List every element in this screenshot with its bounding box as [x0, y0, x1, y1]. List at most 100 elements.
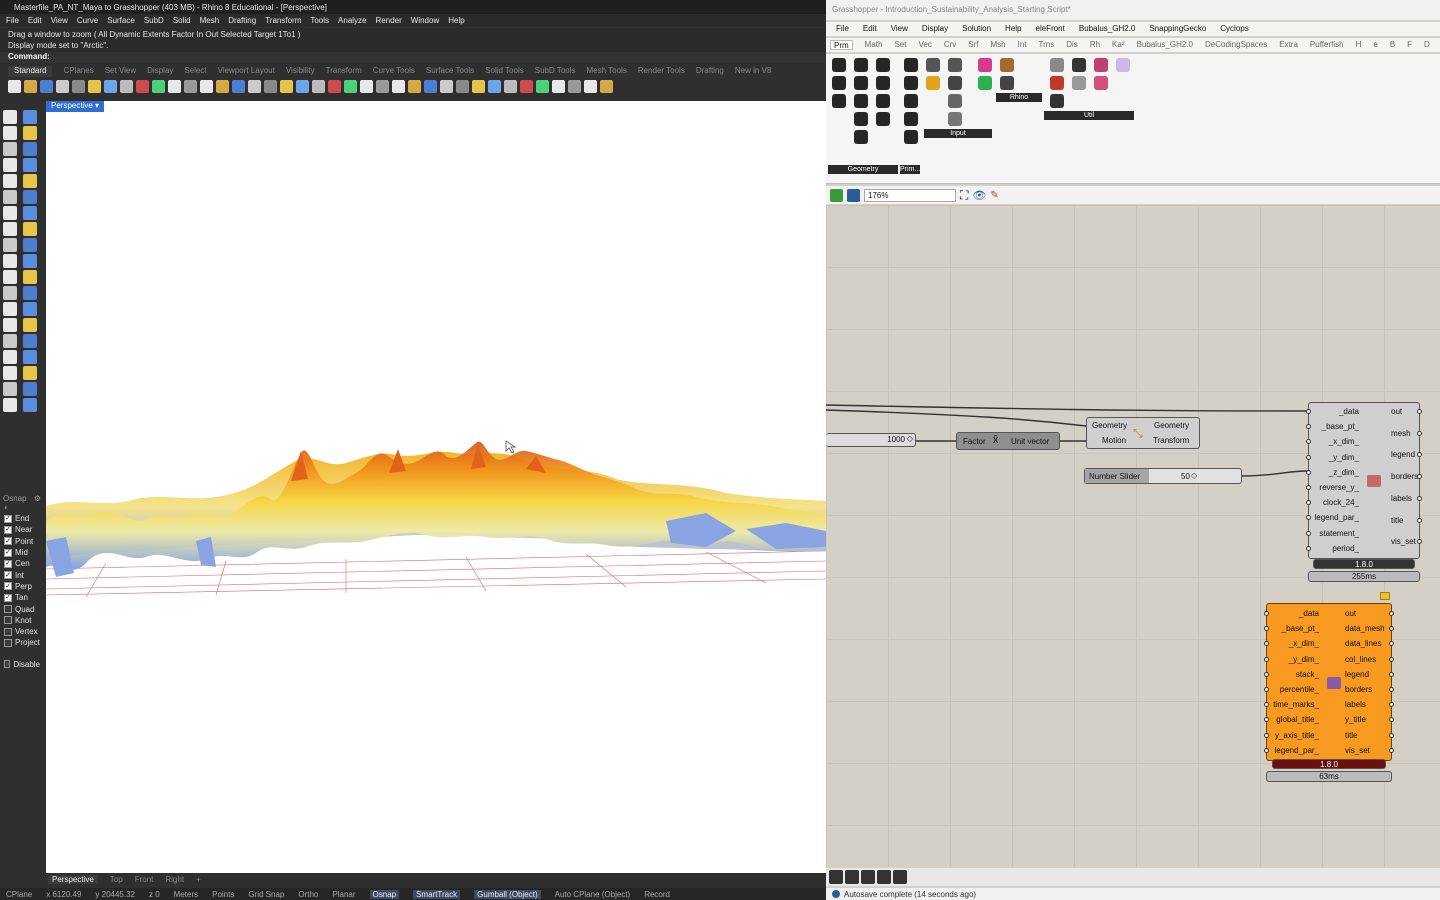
- vector-param-icon[interactable]: [876, 112, 890, 126]
- input-param[interactable]: reverse_y_: [1319, 483, 1359, 492]
- output-port[interactable]: [1389, 611, 1394, 616]
- checkbox[interactable]: ✓: [4, 525, 12, 534]
- gh-menu-item[interactable]: Solution: [962, 24, 991, 34]
- side-tool-icon[interactable]: [3, 190, 17, 204]
- toolbar-tab[interactable]: Viewport Layout: [218, 66, 275, 77]
- hose-icon[interactable]: [1050, 58, 1064, 72]
- gh-tab[interactable]: DeCodingSpaces: [1205, 40, 1267, 50]
- record-history-toggle[interactable]: Record: [644, 890, 670, 899]
- side-tool-icon[interactable]: [23, 206, 37, 220]
- toolbar-tool-icon[interactable]: [264, 79, 277, 93]
- input-param[interactable]: legend_par_: [1315, 513, 1359, 522]
- gh-tab[interactable]: Ka²: [1112, 40, 1124, 50]
- toolbar-tool-icon[interactable]: [216, 79, 229, 93]
- ladybug-stacked-chart-component[interactable]: _data _base_pt_ _x_dim_ _y_dim_ stack_ percen…: [1264, 603, 1394, 761]
- chevron-down-icon[interactable]: ▾: [95, 101, 99, 110]
- output-param[interactable]: y_title: [1345, 715, 1366, 724]
- output-port[interactable]: [1389, 687, 1394, 692]
- moon-icon[interactable]: [1116, 58, 1130, 72]
- arrow-outline-icon[interactable]: [1072, 76, 1086, 90]
- checkbox[interactable]: ✓: [4, 582, 12, 591]
- toolbar-tab[interactable]: Select: [184, 66, 206, 77]
- toolbar-tool-icon[interactable]: [200, 79, 213, 93]
- gh-tab[interactable]: Rh: [1090, 40, 1100, 50]
- side-tool-icon[interactable]: [3, 110, 17, 124]
- osnap-tan[interactable]: ✓ Tan: [0, 592, 44, 603]
- menu-item[interactable]: Render: [376, 16, 402, 25]
- circle-param-icon[interactable]: [854, 58, 868, 72]
- input-port[interactable]: [1264, 656, 1269, 662]
- side-tool-icon[interactable]: [3, 302, 17, 316]
- cplane-label[interactable]: CPlane: [6, 890, 32, 899]
- checkbox[interactable]: ✓: [4, 559, 12, 568]
- flask-icon[interactable]: [1094, 76, 1108, 90]
- toolbar-tab[interactable]: CPlanes: [63, 66, 93, 77]
- side-tool-icon[interactable]: [23, 222, 37, 236]
- gh-tab[interactable]: Extra: [1279, 40, 1298, 50]
- side-tool-icon[interactable]: [3, 158, 17, 172]
- menu-item[interactable]: Curve: [77, 16, 98, 25]
- output-param[interactable]: labels: [1391, 494, 1412, 503]
- group-param-icon[interactable]: [854, 130, 868, 144]
- brep-param-icon[interactable]: [854, 76, 868, 90]
- toolbar-tool-icon[interactable]: [568, 79, 581, 93]
- input-port[interactable]: [1264, 747, 1269, 753]
- toolbar-tool-icon[interactable]: [88, 79, 101, 93]
- text-param-icon[interactable]: [904, 112, 918, 126]
- osnap-quad[interactable]: Quad: [0, 603, 44, 614]
- side-tool-icon[interactable]: [23, 334, 37, 348]
- toolbar-tool-icon[interactable]: [552, 79, 565, 93]
- osnap-knot[interactable]: Knot: [0, 615, 44, 626]
- gh-menu-item[interactable]: Edit: [863, 24, 877, 34]
- gh-tab[interactable]: D: [1424, 40, 1430, 50]
- toolbar-tool-icon[interactable]: [504, 79, 517, 93]
- side-tool-icon[interactable]: [3, 174, 17, 188]
- gh-tab[interactable]: Int: [1018, 40, 1027, 50]
- toolbar-tool-icon[interactable]: [584, 79, 597, 93]
- checkbox[interactable]: [4, 605, 12, 614]
- zoom-dropdown[interactable]: 176%: [864, 188, 956, 202]
- input-param[interactable]: _y_dim_: [1289, 655, 1319, 664]
- output-port[interactable]: [1417, 517, 1422, 523]
- toolbar-tool-icon[interactable]: [120, 79, 133, 93]
- toolbar-tab[interactable]: Mesh Tools: [587, 66, 627, 77]
- osnap-project[interactable]: Project: [0, 637, 44, 648]
- input-port[interactable]: [1264, 611, 1269, 616]
- input-param[interactable]: clock_24_: [1323, 498, 1359, 507]
- points-layer[interactable]: Points: [212, 890, 234, 899]
- output-param[interactable]: out: [1345, 609, 1356, 618]
- side-tool-icon[interactable]: [23, 286, 37, 300]
- input-param[interactable]: global_title_: [1276, 715, 1319, 724]
- input-param[interactable]: y_axis_title_: [1275, 731, 1319, 740]
- output-param[interactable]: borders: [1391, 472, 1418, 481]
- side-tool-icon[interactable]: [23, 174, 37, 188]
- side-tool-icon[interactable]: [23, 350, 37, 364]
- gh-menu-item[interactable]: Bubalus_GH2.0: [1079, 24, 1135, 34]
- output-port[interactable]: [1417, 409, 1422, 414]
- toggle-icon[interactable]: [948, 76, 962, 90]
- input-param[interactable]: _x_dim_: [1329, 437, 1359, 446]
- toolbar-tool-icon[interactable]: [184, 79, 197, 93]
- osnap-mid[interactable]: ✓ Mid: [0, 547, 44, 558]
- osnap-disable[interactable]: Disable: [0, 659, 44, 670]
- sketch-icon[interactable]: ✎: [990, 190, 998, 201]
- units-label[interactable]: Meters: [174, 890, 198, 899]
- output-param[interactable]: legend: [1345, 670, 1369, 679]
- toolbar-tool-icon[interactable]: [472, 79, 485, 93]
- osnap-toggle-icon[interactable]: ◐: [0, 503, 44, 513]
- save-icon[interactable]: [948, 58, 962, 72]
- ladybug-3d-chart-component[interactable]: _data _base_pt_ _x_dim_ _y_dim_ _z_dim_ rever…: [1306, 402, 1422, 559]
- toolbar-tool-icon[interactable]: [248, 79, 261, 93]
- output-param[interactable]: out: [1391, 407, 1402, 416]
- input-port[interactable]: [1264, 626, 1269, 632]
- box-param-icon[interactable]: [832, 76, 846, 90]
- perspective-viewport[interactable]: [46, 101, 826, 873]
- toolbar-tool-icon[interactable]: [392, 79, 405, 93]
- toolbar-tool-icon[interactable]: [24, 79, 37, 93]
- checkbox[interactable]: ✓: [4, 548, 12, 557]
- point-param-icon[interactable]: [832, 58, 846, 72]
- side-tool-icon[interactable]: [23, 270, 37, 284]
- menu-item[interactable]: View: [51, 16, 68, 25]
- output-param[interactable]: title: [1345, 731, 1357, 740]
- toolbar-tool-icon[interactable]: [408, 79, 421, 93]
